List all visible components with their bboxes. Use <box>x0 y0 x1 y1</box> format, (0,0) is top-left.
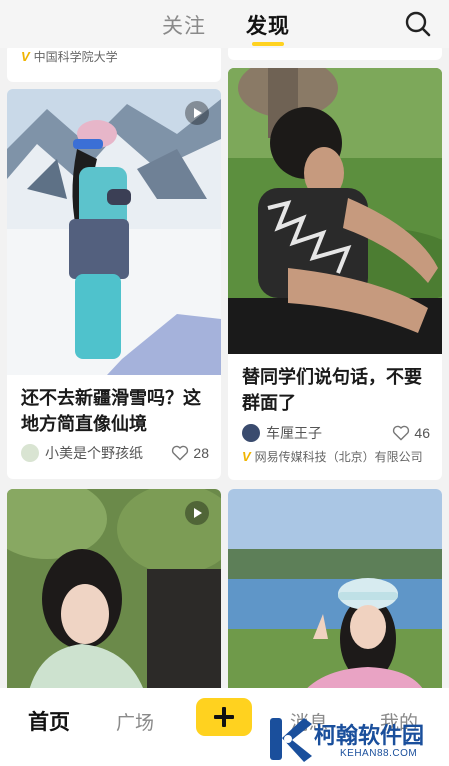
tab-discover[interactable]: 发现 <box>246 10 290 40</box>
like-button[interactable]: 28 <box>171 445 209 461</box>
card-title: 替同学们说句话，不要群面了 <box>242 367 422 413</box>
like-button[interactable]: 46 <box>392 425 430 441</box>
like-count: 46 <box>414 425 430 441</box>
nav-square[interactable]: 广场 <box>116 708 154 735</box>
top-bar: 关注 发现 <box>0 0 449 48</box>
verification-line: V 中国科学院大学 <box>21 48 213 65</box>
card-meta: 小美是个野孩纸 28 <box>21 442 209 464</box>
verified-icon: V <box>21 49 30 64</box>
author-name[interactable]: 小美是个野孩纸 <box>45 443 171 463</box>
search-icon[interactable] <box>404 10 432 38</box>
nav-home[interactable]: 首页 <box>28 706 70 736</box>
watermark-logo-icon <box>270 718 312 762</box>
feed-card-group-interview[interactable]: 替同学们说句话，不要群面了 车厘王子 46 V 网易传媒科技（北京）有限公司 <box>228 68 442 480</box>
heart-icon <box>393 425 410 441</box>
author-name[interactable]: 车厘王子 <box>266 423 392 443</box>
verified-icon: V <box>242 449 251 464</box>
card-image-student <box>228 68 442 354</box>
video-play-icon <box>185 501 209 525</box>
verification-text: 中国科学院大学 <box>33 50 118 64</box>
active-tab-indicator <box>252 42 284 46</box>
feed-card-portrait-greenery[interactable] <box>7 489 221 699</box>
video-play-icon <box>185 101 209 125</box>
verification-text: 网易传媒科技（北京）有限公司 <box>254 450 423 464</box>
tab-follow[interactable]: 关注 <box>162 10 206 40</box>
card-image-ski <box>7 89 221 375</box>
create-post-button[interactable] <box>196 698 252 736</box>
watermark: 柯翰软件园 KEHAN88.COM <box>268 716 444 764</box>
watermark-url: KEHAN88.COM <box>340 748 418 759</box>
feed-card-ski[interactable]: 还不去新疆滑雪吗？这地方简直像仙境 小美是个野孩纸 28 <box>7 89 221 479</box>
feed-card-partial-left[interactable]: V 中国科学院大学 <box>7 44 221 82</box>
avatar[interactable] <box>21 444 39 462</box>
avatar[interactable] <box>242 424 260 442</box>
watermark-text: 柯翰软件园 <box>314 723 425 748</box>
card-title: 还不去新疆滑雪吗？这地方简直像仙境 <box>21 388 201 434</box>
verification-line: V 网易传媒科技（北京）有限公司 <box>242 448 434 465</box>
card-image-lake <box>228 489 442 699</box>
heart-icon <box>172 445 189 461</box>
feed-card-portrait-lake[interactable] <box>228 489 442 699</box>
like-count: 28 <box>193 445 209 461</box>
card-meta: 车厘王子 46 <box>242 422 430 444</box>
